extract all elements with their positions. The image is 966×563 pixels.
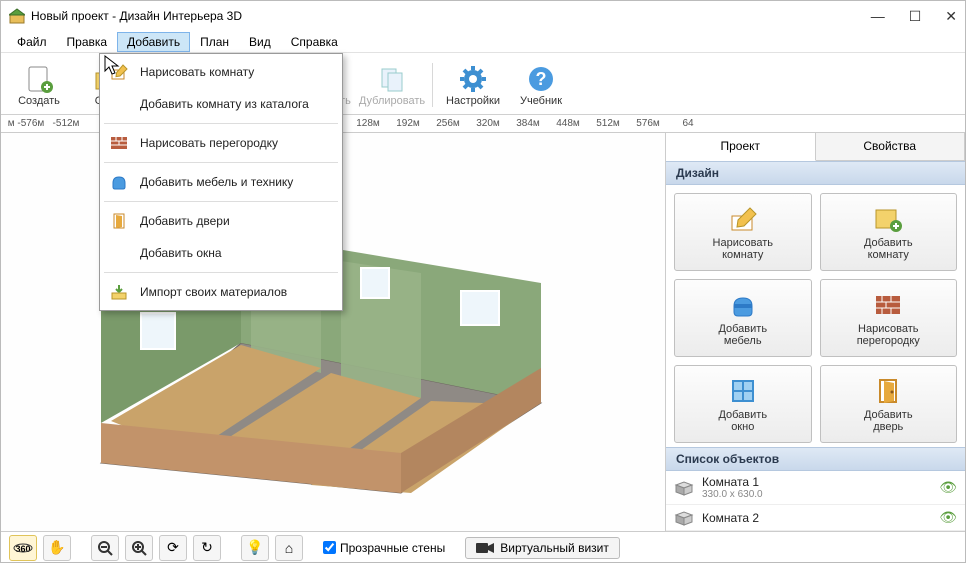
btn-draw-room[interactable]: Нарисовать комнату (674, 193, 812, 271)
minimize-button[interactable]: — (871, 8, 885, 25)
menubar: Файл Правка Добавить План Вид Справка (1, 31, 965, 53)
visibility-eye-icon[interactable]: 👁 (939, 479, 957, 496)
btn-add-door[interactable]: Добавить дверь (820, 365, 958, 443)
import-arrow-icon (108, 282, 130, 302)
btn-add-room[interactable]: Добавить комнату (820, 193, 958, 271)
menu-plan[interactable]: План (190, 32, 239, 52)
btn-add-furniture[interactable]: Добавить мебель (674, 279, 812, 357)
visibility-eye-icon[interactable]: 👁 (939, 509, 957, 526)
btn-draw-partition[interactable]: Нарисовать перегородку (820, 279, 958, 357)
door-icon (872, 375, 904, 407)
pan-hand-button[interactable]: ✋ (43, 535, 71, 561)
camera-home-button[interactable]: ⌂ (275, 535, 303, 561)
list-item[interactable]: Комната 1330.0 x 630.0 👁 (666, 471, 965, 505)
pencil-room-icon (727, 203, 759, 235)
menu-edit[interactable]: Правка (57, 32, 118, 52)
chair-icon (727, 289, 759, 321)
toolbar-sep2 (432, 63, 433, 107)
add-room-icon (872, 203, 904, 235)
app-icon (9, 8, 25, 24)
btn-add-window[interactable]: Добавить окно (674, 365, 812, 443)
brick-wall-icon (108, 133, 130, 153)
view-360-button[interactable]: 360 (9, 535, 37, 561)
section-design-header: Дизайн (666, 161, 965, 185)
window-icon (727, 375, 759, 407)
object-list: Комната 1330.0 x 630.0 👁 Комната 2 👁 (666, 471, 965, 531)
toolbar-duplicate[interactable]: Дублировать (360, 57, 424, 113)
dd-draw-partition[interactable]: Нарисовать перегородку (102, 127, 340, 159)
zoom-in-button[interactable] (125, 535, 153, 561)
toolbar-settings[interactable]: Настройки (441, 57, 505, 113)
dd-add-furniture[interactable]: Добавить мебель и технику (102, 166, 340, 198)
titlebar: Новый проект - Дизайн Интерьера 3D — ☐ ✕ (1, 1, 965, 31)
dd-add-room-catalog[interactable]: Добавить комнату из каталога (102, 88, 340, 120)
duplicate-icon (376, 63, 408, 95)
dd-import-materials[interactable]: Импорт своих материалов (102, 276, 340, 308)
room-cube-icon (674, 510, 694, 526)
new-file-icon (23, 63, 55, 95)
tab-project[interactable]: Проект (666, 133, 816, 161)
transparent-walls-checkbox[interactable]: Прозрачные стены (323, 541, 445, 555)
dd-draw-room[interactable]: Нарисовать комнату (102, 56, 340, 88)
virtual-visit-button[interactable]: Виртуальный визит (465, 537, 620, 559)
refresh-button[interactable]: ↻ (193, 535, 221, 561)
zoom-out-button[interactable] (91, 535, 119, 561)
panel-tabs: Проект Свойства (666, 133, 965, 161)
menu-view[interactable]: Вид (239, 32, 281, 52)
toolbar-create[interactable]: Создать (7, 57, 71, 113)
menu-help[interactable]: Справка (281, 32, 348, 52)
gear-icon (457, 63, 489, 95)
dd-add-doors[interactable]: Добавить двери (102, 205, 340, 237)
right-panel: Проект Свойства Дизайн Нарисовать комнат… (665, 133, 965, 531)
list-item[interactable]: Комната 2 👁 (666, 505, 965, 531)
bottom-toolbar: 360 ✋ ⟳ ↻ 💡 ⌂ Прозрачные стены Виртуальн… (1, 531, 965, 563)
toolbar-tutorial[interactable]: ? Учебник (509, 57, 573, 113)
room-cube-icon (674, 480, 694, 496)
menu-add[interactable]: Добавить (117, 32, 190, 52)
tab-properties[interactable]: Свойства (816, 133, 966, 160)
section-objects-header: Список объектов (666, 447, 965, 471)
close-button[interactable]: ✕ (945, 8, 957, 25)
help-icon: ? (525, 63, 557, 95)
window-title: Новый проект - Дизайн Интерьера 3D (31, 9, 242, 23)
door-icon (108, 211, 130, 231)
maximize-button[interactable]: ☐ (909, 8, 922, 25)
dd-add-windows[interactable]: Добавить окна (102, 237, 340, 269)
brick-wall-icon (872, 289, 904, 321)
camera-icon (476, 542, 494, 554)
design-grid: Нарисовать комнату Добавить комнату Доба… (666, 185, 965, 447)
chair-icon (108, 172, 130, 192)
add-dropdown-menu: Нарисовать комнату Добавить комнату из к… (99, 53, 343, 311)
pencil-room-icon (108, 62, 130, 82)
svg-text:?: ? (536, 69, 547, 89)
menu-file[interactable]: Файл (7, 32, 57, 52)
light-button[interactable]: 💡 (241, 535, 269, 561)
rotate-button[interactable]: ⟳ (159, 535, 187, 561)
